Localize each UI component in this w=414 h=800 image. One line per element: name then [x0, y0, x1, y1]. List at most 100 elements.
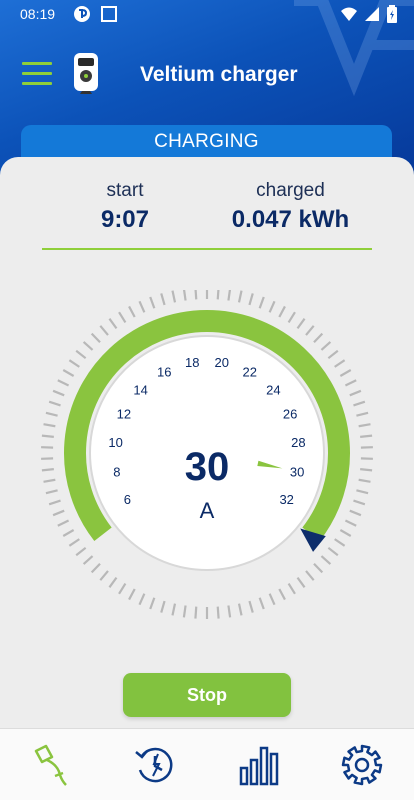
- bar-chart-icon: [239, 746, 278, 785]
- gauge-tick: [296, 318, 306, 330]
- stats-divider: [42, 248, 372, 250]
- gauge-tick: [160, 293, 166, 306]
- gear-icon: [342, 744, 383, 785]
- stop-button[interactable]: Stop: [123, 673, 291, 717]
- charged-label: charged: [256, 180, 325, 201]
- app-title: Veltium charger: [140, 63, 298, 86]
- menu-button[interactable]: [22, 62, 52, 88]
- gauge-tick: [41, 468, 54, 472]
- gauge-tick: [90, 563, 101, 574]
- gauge-tick: [349, 509, 362, 517]
- gauge-tick: [171, 603, 177, 616]
- gauge-scale-label: 8: [113, 464, 120, 479]
- gauge-tick: [62, 369, 75, 377]
- nav-charge[interactable]: [0, 729, 104, 800]
- gauge-tick: [353, 499, 366, 506]
- battery-icon: [387, 5, 397, 23]
- gauge-tick: [258, 597, 265, 610]
- gauge-tick: [305, 570, 315, 581]
- gauge-tick: [149, 597, 156, 610]
- gauge-scale-label: 10: [108, 435, 122, 450]
- gauge-scale-label: 20: [215, 355, 229, 370]
- gauge-tick: [320, 555, 332, 565]
- signal-icon: [365, 7, 379, 21]
- gauge-tick: [268, 593, 276, 606]
- gauge-tick: [171, 290, 177, 303]
- gauge-tick: [160, 600, 166, 613]
- gauge-tick: [82, 555, 94, 565]
- wifi-icon: [341, 7, 357, 21]
- start-value: 9:07: [100, 206, 150, 233]
- gauge-tick: [360, 468, 373, 472]
- gauge-tick: [339, 369, 352, 377]
- gauge-tick: [99, 570, 109, 581]
- gauge-tick: [227, 605, 232, 618]
- gauge-tick: [320, 341, 332, 351]
- gauge-scale-label: 22: [243, 365, 257, 380]
- gauge-tick: [216, 606, 220, 619]
- nav-history[interactable]: [104, 729, 208, 800]
- gauge-tick: [248, 600, 254, 613]
- charging-status-tab: CHARGING: [21, 125, 392, 161]
- gauge-scale-label: 28: [291, 435, 305, 450]
- gauge-scale-label: 30: [290, 464, 304, 479]
- gauge-scale-label: 14: [133, 382, 147, 397]
- gauge-tick: [75, 349, 87, 360]
- history-icon: [135, 747, 173, 782]
- gauge-tick: [227, 290, 232, 301]
- gauge-tick: [138, 300, 146, 313]
- gauge-tick: [360, 434, 373, 438]
- gauge-tick: [313, 563, 324, 574]
- gauge-value: 30: [185, 445, 230, 489]
- gauge-tick: [327, 546, 339, 557]
- gauge-tick: [43, 478, 56, 483]
- gauge-tick: [108, 318, 118, 330]
- gauge-tick: [52, 509, 65, 517]
- gauge-tick: [327, 349, 339, 360]
- gauge-tick: [82, 341, 94, 351]
- nav-stats[interactable]: [207, 729, 311, 800]
- gauge-tick: [344, 379, 357, 387]
- start-label: start: [106, 180, 144, 201]
- gauge-scale-label: 24: [266, 382, 280, 397]
- gauge-tick: [182, 290, 187, 301]
- app-notification-icon: [101, 6, 118, 22]
- current-gauge[interactable]: 68 10 1214 16 18 20 22 2426 28 30 32 30 A: [0, 290, 414, 640]
- gauge-tick: [90, 332, 101, 343]
- gauge-tick: [349, 389, 362, 397]
- gauge-tick: [334, 359, 346, 368]
- gauge-scale-label: 18: [185, 355, 199, 370]
- gauge-tick: [287, 311, 296, 323]
- gauge-tick: [353, 400, 366, 407]
- gauge-scale-label: 12: [117, 407, 131, 422]
- gauge-tick: [287, 583, 296, 595]
- gauge-tick: [128, 588, 136, 601]
- gauge-tick: [48, 499, 61, 506]
- gauge-tick: [118, 311, 127, 323]
- gauge-scale-label: 32: [279, 492, 293, 507]
- gauge-tick: [194, 606, 198, 619]
- gauge-tick: [248, 293, 254, 306]
- gauge-tick: [45, 489, 58, 495]
- nav-settings[interactable]: [311, 729, 414, 800]
- gauge-scale-label: 6: [124, 492, 131, 507]
- bottom-nav: [0, 728, 414, 800]
- gauge-tick: [45, 411, 58, 417]
- gauge-tick: [356, 411, 369, 417]
- gauge-tick: [41, 434, 54, 438]
- gauge-tick: [43, 423, 56, 428]
- gauge-tick: [68, 359, 80, 368]
- gauge-tick: [128, 305, 136, 318]
- gauge-tick: [57, 379, 70, 387]
- charged-value: 0.047 kWh: [231, 206, 350, 233]
- gauge-tick: [118, 583, 127, 595]
- gauge-tick: [356, 489, 369, 495]
- gauge-tick: [358, 423, 371, 428]
- gauge-tick: [358, 478, 371, 483]
- gauge-scale-label: 16: [157, 365, 171, 380]
- charger-device-icon: [74, 53, 98, 94]
- gauge-tick: [194, 290, 198, 300]
- start-stat: start 9:07: [80, 180, 170, 234]
- gauge-tick: [258, 296, 265, 309]
- gauge-tick: [108, 576, 118, 588]
